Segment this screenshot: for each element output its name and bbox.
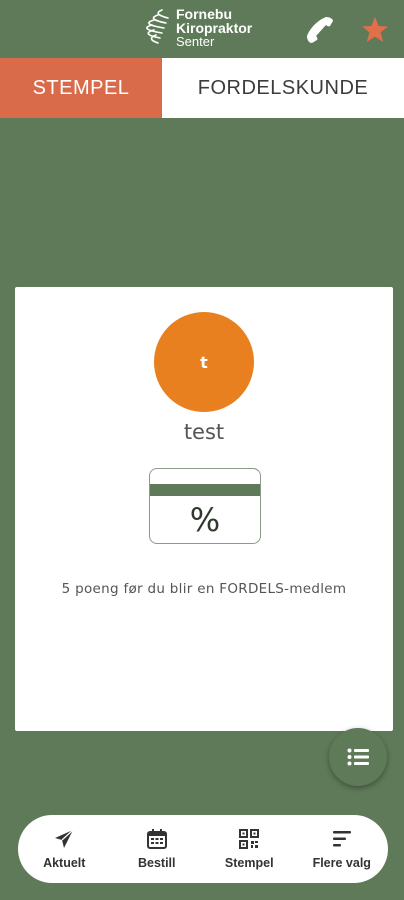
nav-aktuelt[interactable]: Aktuelt bbox=[18, 815, 111, 883]
phone-icon bbox=[307, 17, 333, 43]
member-card-graphic: % bbox=[149, 468, 261, 544]
qr-code-icon bbox=[239, 829, 260, 849]
nav-label-aktuelt: Aktuelt bbox=[43, 856, 86, 870]
phone-button[interactable] bbox=[304, 14, 336, 46]
list-icon bbox=[347, 748, 369, 766]
nav-stempel[interactable]: Stempel bbox=[203, 815, 296, 883]
logo-line-2: Kiropraktor bbox=[176, 20, 253, 36]
avatar: t bbox=[154, 312, 254, 412]
tab-stempel[interactable]: STEMPEL bbox=[0, 58, 162, 118]
favorite-button[interactable] bbox=[360, 15, 390, 45]
app-header: Fornebu Kiropraktor Senter bbox=[0, 0, 404, 58]
logo: Fornebu Kiropraktor Senter bbox=[138, 6, 272, 52]
nav-label-flere-valg: Flere valg bbox=[312, 856, 371, 870]
logo-mark-icon bbox=[146, 9, 169, 44]
calendar-icon bbox=[146, 829, 167, 849]
logo-line-3: Senter bbox=[176, 34, 215, 49]
member-card-stripe bbox=[150, 484, 260, 496]
percent-symbol: % bbox=[189, 501, 221, 539]
nav-bestill[interactable]: Bestill bbox=[111, 815, 204, 883]
nav-label-stempel: Stempel bbox=[224, 856, 274, 870]
tab-bar: STEMPEL FORDELSKUNDE bbox=[0, 58, 404, 118]
send-icon bbox=[55, 829, 74, 848]
bottom-navigation: Aktuelt Bestill Stempel Flere valg bbox=[18, 815, 388, 883]
nav-flere-valg[interactable]: Flere valg bbox=[296, 815, 389, 883]
menu-icon bbox=[332, 831, 351, 847]
user-name: test bbox=[183, 420, 225, 444]
logo-line-1: Fornebu bbox=[176, 6, 232, 22]
logo-text: Fornebu Kiropraktor Senter bbox=[176, 7, 252, 49]
tab-fordelskunde[interactable]: FORDELSKUNDE bbox=[162, 58, 404, 118]
nav-label-bestill: Bestill bbox=[137, 856, 176, 870]
star-icon bbox=[362, 17, 388, 42]
points-message: 5 poeng før du blir en FORDELS-medlem bbox=[61, 581, 347, 597]
profile-card: t test % 5 poeng før du blir en FORDELS-… bbox=[15, 287, 393, 731]
list-fab-button[interactable] bbox=[329, 728, 387, 786]
